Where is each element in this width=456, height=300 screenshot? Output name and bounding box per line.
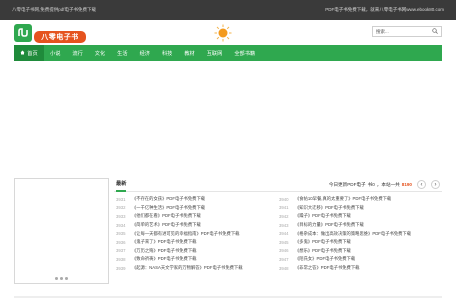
update-stats: 今日更新PDF电子 书0 ，本站一共 8190 ‹ › [329,180,440,189]
latest-books-panel: 最新 今日更新PDF电子 书0 ，本站一共 8190 ‹ › 3931 《不存在的… [114,178,442,286]
book-number: 3947 [279,256,289,262]
nav-item-novel[interactable]: 小说 [44,45,66,61]
book-title-link[interactable]: 《陌氏女》PDF电子书免费下载 [295,256,355,262]
sun-icon [214,24,232,42]
panel-header: 最新 今日更新PDF电子 书0 ，本站一共 8190 ‹ › [114,178,442,192]
nav-item-tech[interactable]: 科技 [156,45,178,61]
book-list-item[interactable]: 3948 《非常之答》PDF电子书免费下载 [279,264,442,273]
stat-today: 书0 [367,181,375,187]
footer-divider [14,296,442,298]
book-number: 3932 [116,205,126,211]
book-list-item[interactable]: 3934 《简单的艺术》PDF电子书免费下载 [116,221,279,230]
search-input[interactable]: 搜索... [376,29,389,35]
carousel-dot[interactable] [55,277,58,280]
book-number: 3948 [279,265,289,271]
book-list-item[interactable]: 3935 《让每一天都有进可见的幸福指南》PDF电子书免费下载 [116,229,279,238]
book-number: 3941 [279,205,289,211]
nav-item-popular[interactable]: 流行 [66,45,88,61]
carousel-dot[interactable] [60,277,63,280]
nav-item-life[interactable]: 生活 [111,45,133,61]
book-number: 3933 [116,213,126,219]
book-title-link[interactable]: 《让每一天都有进可见的幸福指南》PDF电子书免费下载 [132,231,239,237]
nav-item-culture[interactable]: 文化 [89,45,111,61]
book-title-link[interactable]: 《不存在的女孩》PDF电子书免费下载 [132,196,205,202]
book-number: 3931 [116,196,126,202]
nav-item-internet[interactable]: 互联网 [201,45,229,61]
top-bar-left-text: 八零电子书网,免费提供pdf电子书免费下载 [12,7,97,12]
stat-prefix: 今日更新PDF电子 [328,181,366,187]
book-list-item[interactable]: 3937 《万历之殇》PDF电子书免费下载 [116,247,279,256]
book-list-item[interactable]: 3939 《起源：NASA天文学家的万物解答》PDF电子书免费下载 [116,264,279,273]
book-title-link[interactable]: 《食帖10早餐,真的太重要了》PDF电子书免费下载 [295,196,391,202]
book-title-link[interactable]: 《想乐》PDF电子书免费下载 [295,248,351,254]
book-list-item[interactable]: 3943 《目标的力量》PDF电子书免费下载 [279,221,442,230]
nav-item-economy[interactable]: 经济 [134,45,156,61]
logo-book-icon [14,24,32,42]
book-title-link[interactable]: 《致命祈祷》PDF电子书免费下载 [132,256,196,262]
book-title-link[interactable]: 《知识大迁移》PDF电子书免费下载 [295,205,364,211]
panel-title: 最新 [116,178,127,192]
book-title-link[interactable]: 《简单的艺术》PDF电子书免费下载 [132,222,201,228]
book-list-item[interactable]: 3932 《一千亿种生活》PDF电子书免费下载 [116,204,279,213]
book-title-link[interactable]: 《格杂成本：做出高效决策的策略思维》PDF电子书免费下载 [295,231,411,237]
book-list-item[interactable]: 3945 《多鬼》PDF电子书免费下载 [279,238,442,247]
nav-item-all-books[interactable]: 全部书籍 [228,45,261,61]
home-icon [20,50,25,57]
book-number: 3943 [279,222,289,228]
book-title-link[interactable]: 《目标的力量》PDF电子书免费下载 [295,222,364,228]
book-title-link[interactable]: 《多鬼》PDF电子书免费下载 [295,239,351,245]
nav-item-home[interactable]: 首页 [14,45,44,61]
prev-arrow-button[interactable]: ‹ [417,180,426,189]
nav-item-textbook[interactable]: 教材 [178,45,200,61]
search-icon[interactable] [432,28,438,35]
next-arrow-button[interactable]: › [431,180,440,189]
nav-item-label: 首页 [27,50,38,57]
book-number: 3940 [279,196,289,202]
book-number: 3937 [116,248,126,254]
book-title-link[interactable]: 《躁子》PDF电子书免费下载 [295,213,351,219]
top-bar: 八零电子书网,免费提供pdf电子书免费下载 PDF电子书免费下载，就来八零电子书… [0,0,456,20]
book-title-link[interactable]: 《鬼子来了》PDF电子书免费下载 [132,239,196,245]
book-title-link[interactable]: 《万历之殇》PDF电子书免费下载 [132,248,196,254]
carousel-dots [55,277,68,280]
logo-text: 八零电子书 [34,31,86,43]
top-bar-right-link[interactable]: PDF电子书免费下载，就来八零电子书网www.ebook80.com [325,7,444,13]
stat-mid: ，本站一共 [376,181,400,187]
book-title-link[interactable]: 《一千亿种生活》PDF电子书免费下载 [132,205,205,211]
book-list-item[interactable]: 3940 《食帖10早餐,真的太重要了》PDF电子书免费下载 [279,195,442,204]
book-list-item[interactable]: 3942 《躁子》PDF电子书免费下载 [279,212,442,221]
book-list-left: 3931 《不存在的女孩》PDF电子书免费下载 3932 《一千亿种生活》PDF电子书… [116,195,279,272]
book-number: 3945 [279,239,289,245]
book-list-item[interactable]: 3941 《知识大迁移》PDF电子书免费下载 [279,204,442,213]
search-box[interactable]: 搜索... [372,26,442,37]
book-title-link[interactable]: 《他们都在看》PDF电子书免费下载 [132,213,201,219]
book-number: 3946 [279,248,289,254]
book-title-link[interactable]: 《起源：NASA天文学家的万物解答》PDF电子书免费下载 [132,265,243,271]
book-number: 3934 [116,222,126,228]
book-list-item[interactable]: 3947 《陌氏女》PDF电子书免费下载 [279,255,442,264]
book-number: 3936 [116,239,126,245]
book-list-item[interactable]: 3931 《不存在的女孩》PDF电子书免费下载 [116,195,279,204]
book-list-right: 3940 《食帖10早餐,真的太重要了》PDF电子书免费下载 3941 《知识大迁移》… [279,195,442,272]
book-number: 3935 [116,231,126,237]
main-nav: 首页 小说 流行 文化 生活 经济 科技 教材 互联网 全部书籍 [14,45,442,61]
book-list-item[interactable]: 3946 《想乐》PDF电子书免费下载 [279,247,442,256]
book-number: 3944 [279,231,289,237]
banner-carousel[interactable] [14,178,109,284]
book-number: 3942 [279,213,289,219]
book-number: 3938 [116,256,126,262]
stat-total: 8190 [401,182,412,187]
book-list-item[interactable]: 3938 《致命祈祷》PDF电子书免费下载 [116,255,279,264]
book-title-link[interactable]: 《非常之答》PDF电子书免费下载 [295,265,359,271]
book-list-item[interactable]: 3936 《鬼子来了》PDF电子书免费下载 [116,238,279,247]
book-number: 3939 [116,265,126,271]
carousel-dot[interactable] [65,277,68,280]
book-list-item[interactable]: 3933 《他们都在看》PDF电子书免费下载 [116,212,279,221]
book-list-item[interactable]: 3944 《格杂成本：做出高效决策的策略思维》PDF电子书免费下载 [279,229,442,238]
